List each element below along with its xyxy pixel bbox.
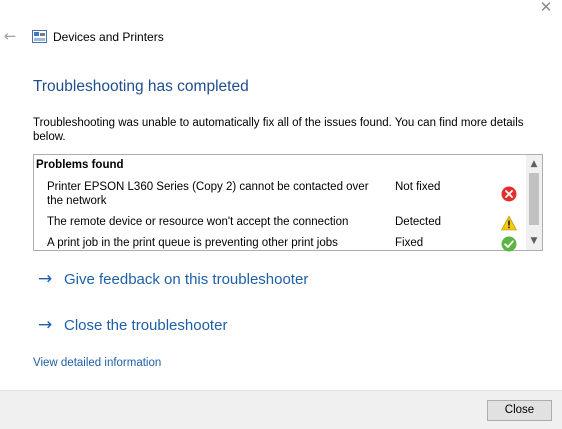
close-troubleshooter-label: Close the troubleshooter — [64, 317, 228, 334]
footer: Close — [0, 390, 562, 429]
success-icon — [501, 236, 517, 252]
problems-list[interactable]: Problems found Printer EPSON L360 Series… — [33, 154, 543, 252]
problem-status: Not fixed — [395, 181, 441, 193]
arrow-right-icon: → — [38, 315, 53, 335]
page-title: Troubleshooting has completed — [33, 78, 249, 95]
header: ← Devices and Printers — [0, 26, 562, 48]
give-feedback-label: Give feedback on this troubleshooter — [64, 271, 309, 288]
error-icon — [501, 186, 517, 202]
scroll-down-icon[interactable]: ▼ — [526, 234, 542, 248]
devices-and-printers-icon — [32, 30, 47, 43]
give-feedback-link[interactable]: → Give feedback on this troubleshooter — [38, 269, 308, 290]
problem-description: Printer EPSON L360 Series (Copy 2) canno… — [47, 181, 369, 207]
problems-scrollbar[interactable]: ▲ ▼ — [526, 155, 542, 250]
scroll-thumb[interactable] — [529, 173, 539, 225]
scroll-up-icon[interactable]: ▲ — [526, 157, 542, 171]
problem-description: The remote device or resource won't acce… — [47, 216, 349, 228]
app-title: Devices and Printers — [53, 30, 164, 44]
back-arrow-icon[interactable]: ← — [2, 28, 18, 44]
problem-description: A print job in the print queue is preven… — [47, 237, 338, 249]
result-description: Troubleshooting was unable to automatica… — [33, 117, 524, 143]
close-troubleshooter-link[interactable]: → Close the troubleshooter — [38, 315, 227, 336]
problems-header: Problems found — [36, 159, 124, 171]
problem-status: Detected — [395, 216, 442, 228]
problem-status: Fixed — [395, 237, 424, 249]
arrow-right-icon: → — [38, 269, 53, 289]
close-button[interactable]: Close — [487, 400, 552, 421]
view-detailed-information-link[interactable]: View detailed information — [33, 356, 161, 370]
window-close-icon[interactable]: ✕ — [536, 0, 556, 15]
warning-icon — [500, 215, 518, 231]
